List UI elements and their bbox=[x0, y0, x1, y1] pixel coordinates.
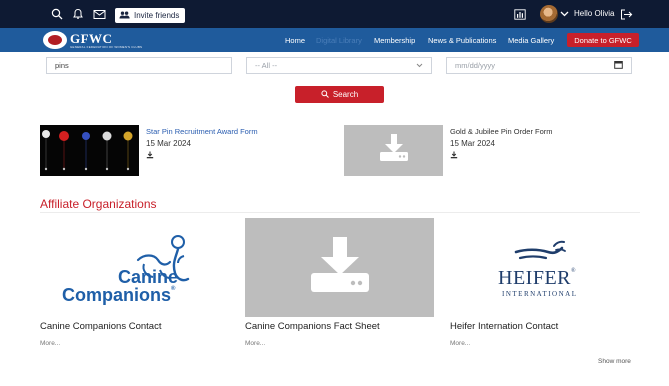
more-link[interactable]: More... bbox=[245, 340, 265, 347]
invite-friends-label: Invite friends bbox=[134, 11, 180, 20]
section-divider bbox=[40, 212, 640, 213]
date-input[interactable]: mm/dd/yyyy bbox=[446, 57, 632, 74]
heifer-logo-line2: INTERNATIONAL bbox=[502, 290, 578, 298]
card-title-canine-contact[interactable]: Canine Companions Contact bbox=[40, 321, 161, 332]
chart-icon[interactable] bbox=[513, 7, 527, 21]
affiliate-organizations-heading: Affiliate Organizations bbox=[40, 197, 157, 211]
mail-icon[interactable] bbox=[92, 7, 106, 21]
chevron-down-icon bbox=[416, 61, 423, 70]
date-input-placeholder: mm/dd/yyyy bbox=[455, 61, 496, 70]
nav-home[interactable]: Home bbox=[285, 36, 305, 45]
more-link[interactable]: More... bbox=[40, 340, 60, 347]
download-icon[interactable] bbox=[450, 151, 458, 159]
search-button[interactable]: Search bbox=[295, 86, 384, 103]
search-input[interactable]: pins bbox=[46, 57, 232, 74]
logo-title: GFWC bbox=[70, 30, 113, 46]
document-title-gold-jubilee[interactable]: Gold & Jubilee Pin Order Form bbox=[450, 127, 553, 136]
search-input-value: pins bbox=[55, 61, 69, 70]
search-icon[interactable] bbox=[50, 7, 64, 21]
nav-membership[interactable]: Membership bbox=[374, 36, 415, 45]
users-icon bbox=[119, 11, 130, 21]
heifer-registered-mark: ® bbox=[571, 268, 577, 274]
card-title-canine-fact-sheet[interactable]: Canine Companions Fact Sheet bbox=[245, 321, 380, 332]
nav-news-publications[interactable]: News & Publications bbox=[428, 36, 496, 45]
gfwc-logo[interactable]: GFWC GENERAL FEDERATION OF WOMEN'S CLUBS bbox=[43, 30, 142, 50]
star-pin-thumbnail[interactable] bbox=[40, 125, 139, 176]
document-title-star-pin[interactable]: Star Pin Recruitment Award Form bbox=[146, 127, 258, 136]
document-date: 15 Mar 2024 bbox=[450, 139, 495, 148]
heifer-logo-line1: HEIFER bbox=[498, 267, 571, 289]
more-link[interactable]: More... bbox=[450, 340, 470, 347]
document-date: 15 Mar 2024 bbox=[146, 139, 191, 148]
canine-registered-mark: ® bbox=[171, 286, 176, 292]
category-select[interactable]: -- All -- bbox=[246, 57, 432, 74]
calendar-icon[interactable] bbox=[614, 60, 623, 71]
heifer-international-logo[interactable]: HEIFER® INTERNATIONAL bbox=[450, 220, 640, 316]
invite-friends-button[interactable]: Invite friends bbox=[115, 8, 186, 23]
bell-icon[interactable] bbox=[71, 7, 85, 21]
avatar[interactable] bbox=[540, 5, 558, 23]
canine-fact-sheet-thumbnail[interactable] bbox=[245, 218, 434, 317]
main-navbar: GFWC GENERAL FEDERATION OF WOMEN'S CLUBS… bbox=[0, 28, 669, 52]
card-title-heifer-contact[interactable]: Heifer Internation Contact bbox=[450, 321, 558, 332]
download-placeholder-icon bbox=[378, 134, 410, 167]
logout-icon[interactable] bbox=[619, 7, 633, 21]
download-icon[interactable] bbox=[146, 151, 154, 159]
donate-button[interactable]: Donate to GFWC bbox=[567, 33, 639, 47]
nav-media-gallery[interactable]: Media Gallery bbox=[508, 36, 554, 45]
category-select-value: -- All -- bbox=[255, 61, 278, 70]
heifer-cow-icon bbox=[514, 240, 566, 260]
gold-jubilee-thumbnail[interactable] bbox=[344, 125, 443, 176]
show-more-link[interactable]: Show more bbox=[598, 358, 631, 365]
download-placeholder-icon bbox=[309, 237, 371, 298]
canine-logo-line1: Canine bbox=[117, 267, 178, 287]
nav-digital-library[interactable]: Digital Library bbox=[316, 36, 362, 45]
search-icon bbox=[321, 89, 329, 100]
chevron-down-icon[interactable] bbox=[557, 7, 571, 21]
top-bar: Invite friends Hello Olivia bbox=[0, 0, 669, 28]
search-button-label: Search bbox=[332, 90, 359, 99]
user-greeting[interactable]: Hello Olivia bbox=[574, 9, 614, 18]
logo-subtitle: GENERAL FEDERATION OF WOMEN'S CLUBS bbox=[70, 44, 143, 49]
gfwc-emblem-icon bbox=[43, 31, 67, 49]
canine-companions-logo[interactable]: Canine Companions® bbox=[40, 220, 230, 316]
canine-logo-line2: Companions bbox=[62, 285, 172, 305]
